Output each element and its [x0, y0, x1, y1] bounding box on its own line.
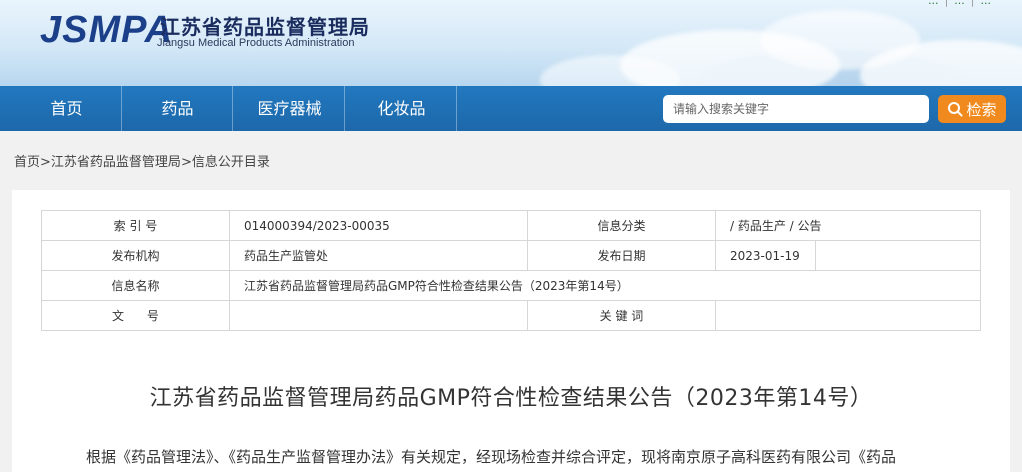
table-row: 文 号 关 键 词 [41, 300, 981, 331]
main-content: 索 引 号 014000394/2023-00035 信息分类 / 药品生产 /… [12, 190, 1010, 472]
publisher-label: 发布机构 [41, 240, 230, 271]
site-header: JSMPA 江苏省药品监督管理局 Jiangsu Medical Product… [0, 0, 1022, 86]
site-logo-name-en: Jiangsu Medical Products Administration [157, 37, 355, 49]
nav-item-cosmetics[interactable]: 化妆品 [347, 86, 457, 131]
search-icon [948, 102, 963, 117]
info-category-label: 信息分类 [527, 210, 716, 241]
site-logo-name-cn[interactable]: 江苏省药品监督管理局 [160, 11, 370, 40]
table-row: 发布机构 药品生产监管处 发布日期 2023-01-19 [41, 240, 981, 271]
search-button-label: 检索 [966, 100, 997, 119]
site-logo-abbr[interactable]: JSMPA [40, 9, 173, 52]
search-button[interactable]: 检索 [938, 95, 1006, 123]
breadcrumb-jsmpa[interactable]: 江苏省药品监督管理局 [51, 155, 181, 170]
main-nav: 首页 药品 医疗器械 化妆品 检索 [0, 86, 1022, 131]
nav-item-medical-devices[interactable]: 医疗器械 [235, 86, 345, 131]
top-link-separator: | [944, 0, 949, 7]
keywords-label: 关 键 词 [527, 300, 716, 331]
top-link-3[interactable]: ... [981, 0, 992, 7]
info-name-label: 信息名称 [41, 270, 230, 301]
document-number-value [229, 300, 528, 331]
info-category-value: / 药品生产 / 公告 [715, 210, 981, 241]
article-body: 根据《药品管理法》、《药品生产监督管理办法》有关规定，经现场检查并综合评定，现将… [86, 448, 897, 466]
table-row: 索 引 号 014000394/2023-00035 信息分类 / 药品生产 /… [41, 210, 981, 241]
index-number-value: 014000394/2023-00035 [229, 210, 528, 241]
info-name-value: 江苏省药品监督管理局药品GMP符合性检查结果公告（2023年第14号） [229, 270, 981, 301]
index-number-label: 索 引 号 [41, 210, 230, 241]
table-row: 信息名称 江苏省药品监督管理局药品GMP符合性检查结果公告（2023年第14号） [41, 270, 981, 301]
breadcrumb-separator: > [180, 155, 192, 170]
article-title: 江苏省药品监督管理局药品GMP符合性检查结果公告（2023年第14号） [149, 386, 873, 411]
search-input[interactable] [663, 95, 929, 123]
top-link-2[interactable]: ... [954, 0, 965, 7]
breadcrumb-home[interactable]: 首页 [14, 155, 40, 170]
top-utility-links: ... |... |... [925, 0, 994, 7]
info-metadata-table: 索 引 号 014000394/2023-00035 信息分类 / 药品生产 /… [41, 210, 981, 331]
top-link-1[interactable]: ... [928, 0, 939, 7]
breadcrumb-separator: > [40, 155, 51, 170]
publish-date-label: 发布日期 [527, 240, 716, 271]
nav-item-home[interactable]: 首页 [12, 86, 122, 131]
nav-item-drugs[interactable]: 药品 [123, 86, 233, 131]
document-number-label: 文 号 [41, 300, 230, 331]
breadcrumb-info-catalog[interactable]: 信息公开目录 [192, 155, 270, 170]
empty-cell [815, 240, 981, 271]
breadcrumb: 首页>江苏省药品监督管理局>信息公开目录 [14, 151, 270, 170]
top-link-separator: | [970, 0, 975, 7]
keywords-value [715, 300, 981, 331]
publisher-value: 药品生产监管处 [229, 240, 528, 271]
publish-date-value: 2023-01-19 [715, 240, 816, 271]
